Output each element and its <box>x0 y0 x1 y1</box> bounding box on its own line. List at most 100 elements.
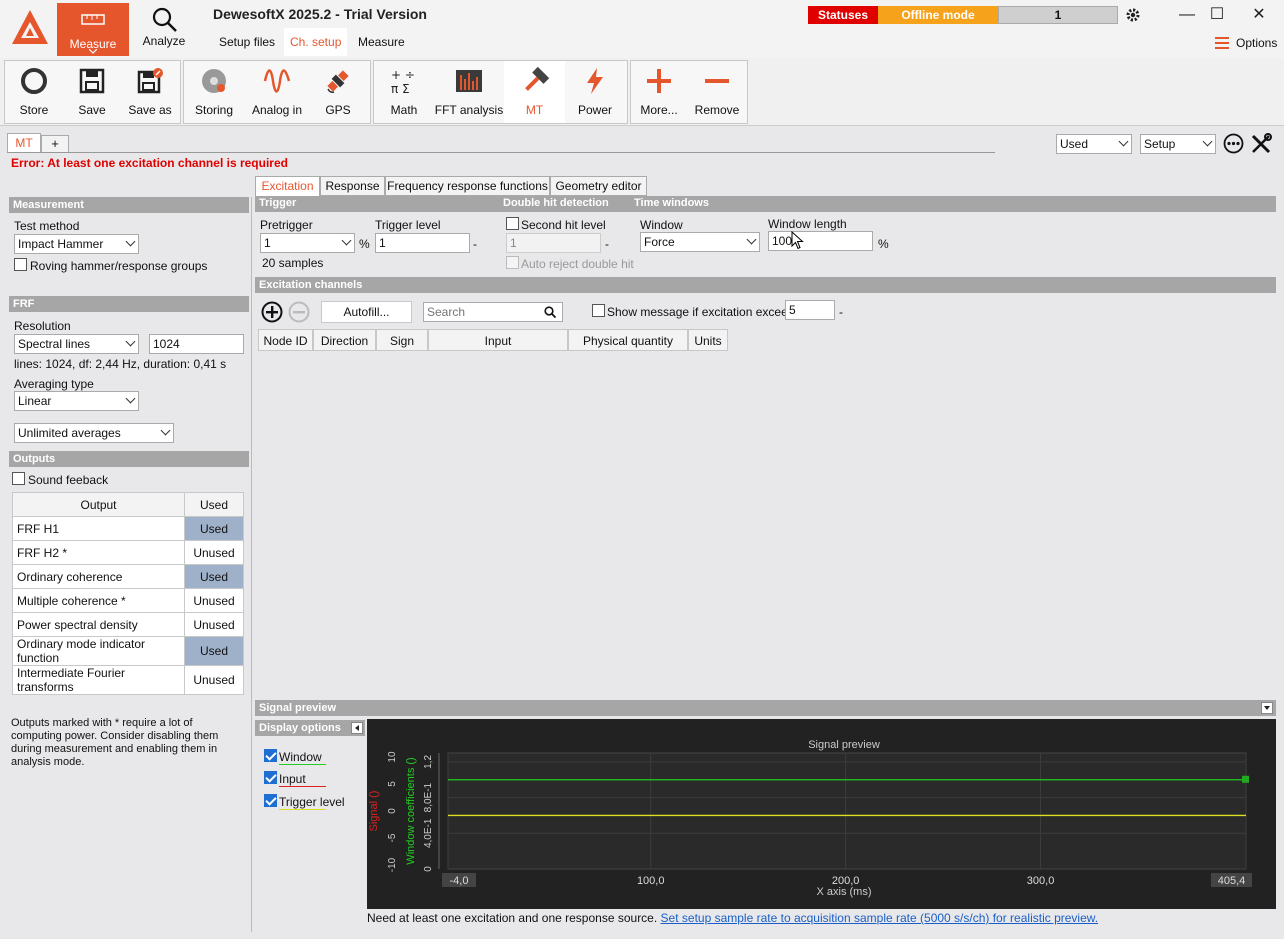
trigger-header: Trigger <box>259 197 297 209</box>
output-state[interactable]: Used <box>184 516 244 541</box>
output-state[interactable]: Unused <box>184 612 244 637</box>
outputs-table-header: Output Used <box>12 492 244 517</box>
excitation-channels-header: Excitation channels <box>255 277 1276 293</box>
subtab-ch-setup[interactable]: Ch. setup <box>284 28 348 56</box>
resolution-info: lines: 1024, df: 2,44 Hz, duration: 0,41… <box>14 357 227 371</box>
window-length-input[interactable]: 100 <box>768 231 873 251</box>
resolution-input[interactable]: 1024 <box>149 334 244 354</box>
save-as-button[interactable]: Save as <box>121 61 179 123</box>
dewesoft-logo-icon <box>12 10 48 44</box>
table-row: Intermediate Fourier transforms Unused <box>12 665 244 695</box>
tools-icon[interactable] <box>1250 133 1272 155</box>
column-input[interactable]: Input <box>428 329 568 351</box>
power-button[interactable]: Power <box>566 61 624 123</box>
column-sign[interactable]: Sign <box>376 329 428 351</box>
window-legend-line <box>279 764 326 765</box>
trigger-level-unit: - <box>473 237 477 251</box>
add-channel-icon[interactable] <box>261 301 283 323</box>
averaging-type-select[interactable]: Linear <box>14 391 139 411</box>
output-state[interactable]: Unused <box>184 540 244 565</box>
more-options-icon[interactable] <box>1223 133 1244 154</box>
save-button[interactable]: Save <box>63 61 121 123</box>
subtab-setup-files[interactable]: Setup files <box>213 28 281 56</box>
sample-rate-link[interactable]: Set setup sample rate to acquisition sam… <box>661 911 1099 925</box>
tab-geometry-editor[interactable]: Geometry editor <box>550 176 647 196</box>
status-count: 1 <box>998 6 1118 24</box>
view-select[interactable]: Setup <box>1140 134 1216 154</box>
maximize-button[interactable]: ☐ <box>1203 4 1231 26</box>
x-tick-label: -4,0 <box>450 875 469 887</box>
used-column-header[interactable]: Used <box>184 492 244 517</box>
remove-label: Remove <box>694 103 740 117</box>
trigger-level-input[interactable]: 1 <box>375 233 470 253</box>
tab-frequency-response-functions[interactable]: Frequency response functions <box>385 176 550 196</box>
options-button[interactable]: Options <box>1236 36 1277 50</box>
remove-button[interactable]: Remove <box>688 61 746 123</box>
column-physical-quantity[interactable]: Physical quantity <box>568 329 688 351</box>
fft-analysis-button[interactable]: FFT analysis <box>434 61 504 123</box>
window-select[interactable]: Force <box>640 232 760 252</box>
mt-button[interactable]: MT <box>504 61 565 123</box>
collapse-preview-button[interactable] <box>1261 702 1273 714</box>
plus-icon <box>647 69 671 93</box>
tab-response[interactable]: Response <box>320 176 385 196</box>
measure-mode-button[interactable]: Measure <box>57 3 129 56</box>
output-column-header[interactable]: Output <box>12 492 185 517</box>
offline-mode-badge[interactable]: Offline mode <box>878 6 998 24</box>
auto-reject-label: Auto reject double hit <box>521 257 634 271</box>
show-message-checkbox[interactable] <box>592 304 605 317</box>
analyze-mode-button[interactable]: Analyze <box>134 3 194 56</box>
minimize-button[interactable]: — <box>1173 4 1201 26</box>
pretrigger-select[interactable]: 1 <box>260 233 355 253</box>
gear-icon[interactable] <box>1125 7 1141 23</box>
second-hit-checkbox[interactable] <box>506 217 519 230</box>
trigger-level-label: Trigger level <box>375 218 441 232</box>
collapse-display-options-button[interactable] <box>351 722 363 734</box>
more-button[interactable]: More... <box>630 61 688 123</box>
output-state[interactable]: Used <box>184 564 244 589</box>
output-state[interactable]: Unused <box>184 665 244 695</box>
second-hit-input[interactable]: 1 <box>506 233 601 253</box>
sound-feedback-checkbox[interactable] <box>12 472 25 485</box>
outputs-header: Outputs <box>9 451 249 467</box>
x-tick-label: 405,4 <box>1218 875 1246 887</box>
resolution-type-value: Spectral lines <box>18 337 91 351</box>
double-hit-header: Double hit detection <box>503 197 609 209</box>
trigger-level-legend-checkbox[interactable] <box>264 794 277 807</box>
filter-select[interactable]: Used <box>1056 134 1132 154</box>
sound-feedback-label: Sound feeback <box>28 473 109 487</box>
exceeds-input[interactable]: 5 <box>785 300 835 320</box>
ruler-icon <box>81 14 105 25</box>
column-direction[interactable]: Direction <box>313 329 376 351</box>
autofill-button[interactable]: Autofill... <box>321 301 412 323</box>
column-node-id[interactable]: Node ID <box>258 329 313 351</box>
tab-excitation[interactable]: Excitation <box>255 176 320 196</box>
averages-select[interactable]: Unlimited averages <box>14 423 174 443</box>
outputs-note: Outputs marked with * require a lot of c… <box>11 717 219 768</box>
math-button[interactable]: + ÷ π Σ Math <box>375 61 433 123</box>
test-method-select[interactable]: Impact Hammer <box>14 234 139 254</box>
statuses-badge[interactable]: Statuses <box>808 6 878 24</box>
window-legend-checkbox[interactable] <box>264 749 277 762</box>
averages-value: Unlimited averages <box>18 426 121 440</box>
roving-checkbox[interactable] <box>14 258 27 271</box>
pretrigger-unit: % <box>359 237 370 251</box>
remove-channel-icon[interactable] <box>288 301 310 323</box>
save-label: Save <box>78 103 106 117</box>
output-state[interactable]: Used <box>184 636 244 666</box>
search-input[interactable] <box>423 302 563 322</box>
y-right-tick-label: 4,0E-1 <box>423 818 434 848</box>
gps-button[interactable]: GPS <box>309 61 367 123</box>
add-module-tab-button[interactable]: + <box>41 135 69 153</box>
column-units[interactable]: Units <box>688 329 728 351</box>
input-legend-checkbox[interactable] <box>264 771 277 784</box>
subtab-measure[interactable]: Measure <box>352 28 411 56</box>
storing-button[interactable]: Storing <box>185 61 243 123</box>
analog-in-button[interactable]: Analog in <box>247 61 307 123</box>
close-button[interactable]: ✕ <box>1245 4 1273 26</box>
module-tab-mt[interactable]: MT <box>7 133 41 153</box>
auto-reject-checkbox[interactable] <box>506 256 519 269</box>
store-button[interactable]: Store <box>5 61 63 123</box>
output-state[interactable]: Unused <box>184 588 244 613</box>
resolution-type-select[interactable]: Spectral lines <box>14 334 139 354</box>
